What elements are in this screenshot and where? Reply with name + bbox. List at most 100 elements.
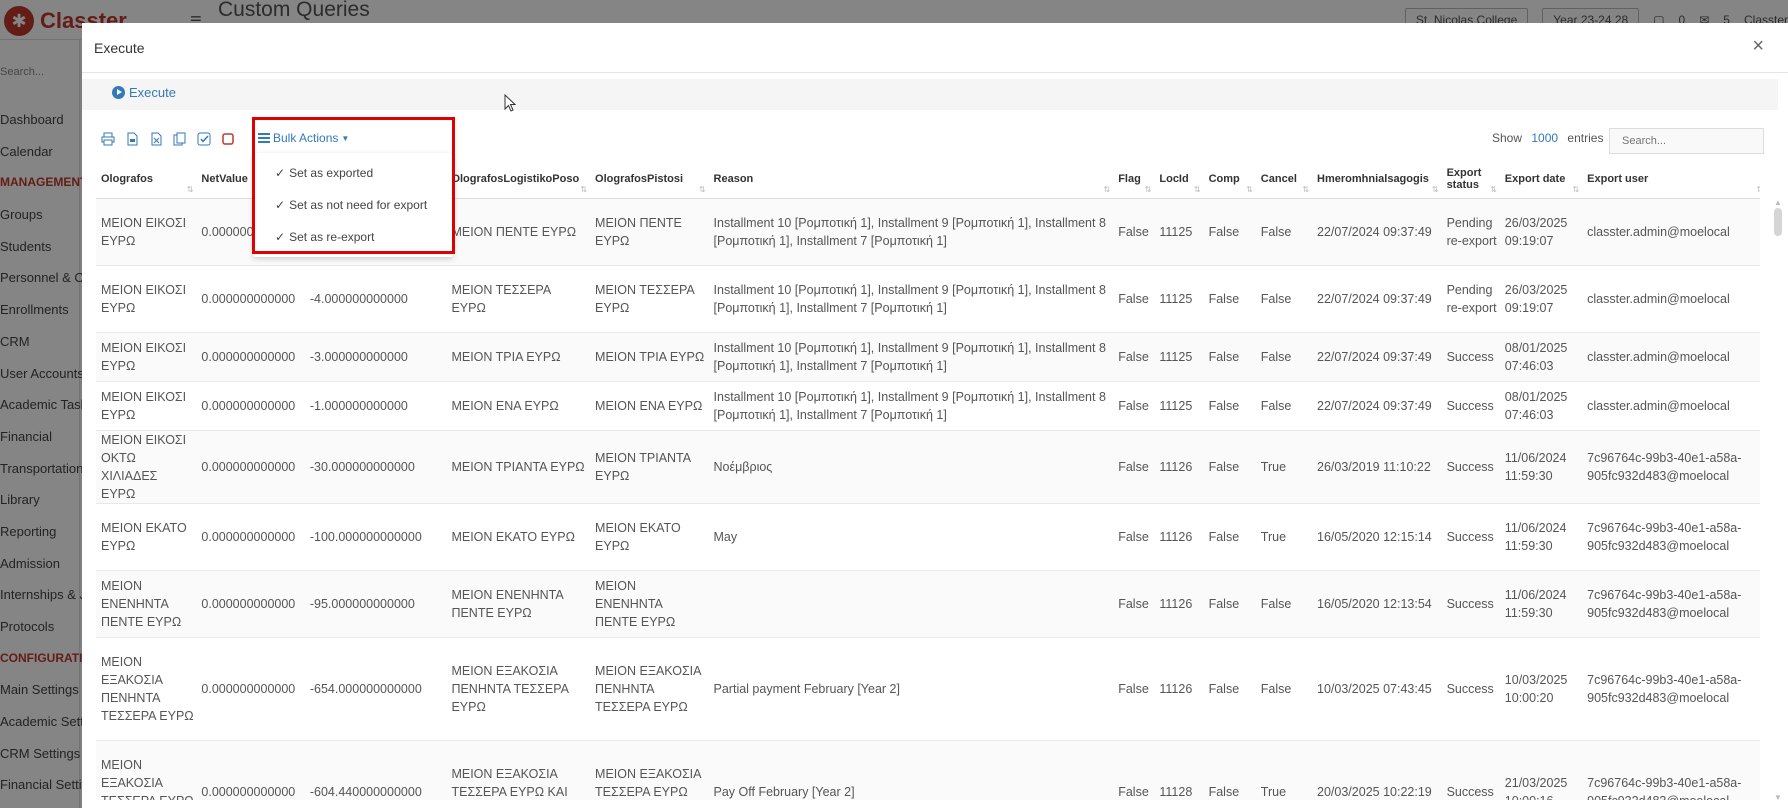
csv-file-icon[interactable] — [124, 131, 140, 147]
table-scrollbar[interactable]: ▲ ▼ — [1774, 198, 1782, 802]
table-cell: 22/07/2024 09:37:49 — [1312, 198, 1442, 266]
column-header[interactable]: LocId ⇅ — [1154, 160, 1204, 199]
table-cell: ΜΕΙΟΝ ΕΚΑΤΟ ΕΥΡΩ — [96, 503, 197, 571]
table-cell: 7c96764c-99b3-40e1-a58a-905fc932d483@moe… — [1582, 637, 1760, 741]
sort-icon[interactable]: ⇅ — [187, 185, 194, 194]
check-square-icon[interactable] — [196, 131, 212, 147]
table-cell: False — [1203, 740, 1256, 800]
stop-square-icon[interactable] — [220, 131, 236, 147]
print-icon[interactable] — [100, 131, 116, 147]
column-header[interactable]: Flag ⇅ — [1113, 160, 1155, 199]
table-cell: Success — [1441, 570, 1500, 638]
table-cell: ΜΕΙΟΝ ΤΡΙΑΝΤΑ ΕΥΡΩ — [446, 430, 591, 504]
column-header-label: Flag — [1118, 172, 1141, 185]
table-cell: False — [1113, 430, 1155, 504]
scroll-down-icon[interactable]: ▼ — [1774, 793, 1782, 802]
sort-icon[interactable]: ⇅ — [1490, 185, 1497, 194]
copy-icon[interactable] — [172, 131, 188, 147]
table-cell: 0.000000000000 — [196, 430, 305, 504]
bulk-actions-menu: ✓ Set as exported ✓ Set as not need for ex… — [253, 153, 453, 257]
table-cell: False — [1255, 570, 1313, 638]
sort-icon[interactable]: ⇅ — [1302, 185, 1309, 194]
column-header[interactable]: Export date ⇅ — [1499, 160, 1583, 199]
table-cell: False — [1255, 381, 1313, 431]
execute-button[interactable]: Execute — [112, 85, 176, 100]
mouse-pointer-icon — [504, 93, 517, 117]
sort-icon[interactable]: ⇅ — [1104, 185, 1111, 194]
column-header[interactable]: Export user ⇅ — [1582, 160, 1760, 199]
table-row[interactable]: ΜΕΙΟΝ ΕΙΚΟΣΙ ΟΚΤΩ ΧΙΛΙΑΔΕΣ ΕΥΡΩ 0.0000000… — [96, 430, 1760, 504]
column-header[interactable]: Comp ⇅ — [1203, 160, 1256, 199]
table-cell: 7c96764c-99b3-40e1-a58a-905fc932d483@moe… — [1582, 740, 1760, 800]
table-row[interactable]: ΜΕΙΟΝ ΕΚΑΤΟ ΕΥΡΩ 0.000000000000 -100.00000… — [96, 503, 1760, 571]
table-cell: 11125 — [1154, 198, 1204, 266]
table-cell: Installment 10 [Ρομποτική 1], Installmen… — [708, 332, 1114, 382]
column-header[interactable]: OlografosPistosi ⇅ — [590, 160, 709, 199]
table-cell: 21/03/2025 10:00:16 — [1499, 740, 1583, 800]
menu-item-set-not-need-export[interactable]: ✓ Set as not need for export — [253, 189, 453, 221]
close-icon[interactable]: × — [1752, 35, 1764, 58]
column-header-label: NetValue — [201, 172, 248, 185]
sort-icon[interactable]: ⇅ — [1145, 185, 1152, 194]
table-cell: False — [1113, 198, 1155, 266]
table-cell: ΜΕΙΟΝ ΤΡΙΑ ΕΥΡΩ — [590, 332, 709, 382]
table-cell: May — [708, 503, 1114, 571]
column-header[interactable]: Olografos ⇅ — [96, 160, 197, 199]
column-header[interactable]: Hmeromhnialsagogis ⇅ — [1312, 160, 1442, 199]
column-header-label: Reason — [713, 172, 754, 185]
sort-icon[interactable]: ⇅ — [1246, 185, 1253, 194]
table-row[interactable]: ΜΕΙΟΝ ΕΙΚΟΣΙ ΕΥΡΩ 0.000000000000 -4.000000… — [96, 265, 1760, 333]
column-header[interactable]: Reason ⇅ — [708, 160, 1114, 199]
table-cell: False — [1255, 198, 1313, 266]
table-cell: -654.000000000000 — [304, 637, 447, 741]
scroll-up-icon[interactable]: ▲ — [1774, 198, 1782, 207]
sort-icon[interactable]: ⇅ — [1572, 185, 1579, 194]
check-icon: ✓ — [275, 230, 286, 244]
table-search-input[interactable] — [1609, 128, 1764, 154]
modal-title: Execute — [94, 40, 145, 56]
table-cell: False — [1113, 503, 1155, 571]
table-cell: False — [1203, 430, 1256, 504]
scrollbar-thumb[interactable] — [1774, 208, 1782, 236]
sort-icon[interactable]: ⇅ — [580, 185, 587, 194]
table-cell: 11/06/2024 11:59:30 — [1499, 570, 1583, 638]
table-cell: ΜΕΙΟΝ ΕΙΚΟΣΙ ΟΚΤΩ ΧΙΛΙΑΔΕΣ ΕΥΡΩ — [96, 430, 197, 504]
entries-select[interactable]: 1000 — [1531, 131, 1558, 145]
column-header[interactable]: Export status ⇅ — [1441, 160, 1500, 199]
table-row[interactable]: ΜΕΙΟΝ ΕΞΑΚΟΣΙΑ ΤΕΣΣΕΡΑ ΕΥΡΩ ΚΑΙ ΣΑΡΑΝΤΑ0… — [96, 740, 1760, 800]
table-cell: -3.000000000000 — [304, 332, 447, 382]
table-cell: False — [1203, 637, 1256, 741]
show-entries: Show 1000 entries — [1492, 131, 1603, 145]
sort-icon[interactable]: ⇅ — [699, 185, 706, 194]
export-toolbar — [100, 131, 236, 147]
column-header-label: Hmeromhnialsagogis — [1317, 172, 1429, 185]
table-cell: True — [1255, 740, 1313, 800]
table-cell: 11125 — [1154, 381, 1204, 431]
table-cell: 22/07/2024 09:37:49 — [1312, 332, 1442, 382]
table-row[interactable]: ΜΕΙΟΝ ΕΙΚΟΣΙ ΕΥΡΩ 0.000000000000 -1.000000… — [96, 381, 1760, 431]
menu-item-set-exported[interactable]: ✓ Set as exported — [253, 157, 453, 189]
table-cell: ΜΕΙΟΝ ΕΝΕΝΗΝΤΑ ΠΕΝΤΕ ΕΥΡΩ — [590, 570, 709, 638]
table-cell: 11126 — [1154, 503, 1204, 571]
table-cell: 0.000000000000 — [196, 740, 305, 800]
column-header[interactable]: Cancel ⇅ — [1255, 160, 1313, 199]
excel-file-icon[interactable] — [148, 131, 164, 147]
check-icon: ✓ — [275, 198, 286, 212]
menu-item-set-re-export[interactable]: ✓ Set as re-export — [253, 221, 453, 253]
sort-icon[interactable]: ⇅ — [1194, 185, 1201, 194]
table-cell: 11128 — [1154, 740, 1204, 800]
sort-icon[interactable]: ⇅ — [1756, 185, 1760, 194]
table-cell: ΜΕΙΟΝ ΠΕΝΤΕ ΕΥΡΩ — [590, 198, 709, 266]
table-cell: ΜΕΙΟΝ ΕΞΑΚΟΣΙΑ ΤΕΣΣΕΡΑ ΕΥΡΩ ΚΑΙ ΣΑΡΑΝΤΑ … — [446, 740, 591, 800]
table-cell: -100.000000000000 — [304, 503, 447, 571]
table-row[interactable]: ΜΕΙΟΝ ΕΞΑΚΟΣΙΑ ΠΕΝΗΝΤΑ ΤΕΣΣΕΡΑ ΕΥΡΩ 0.000… — [96, 637, 1760, 741]
table-cell — [708, 570, 1114, 638]
sort-icon[interactable]: ⇅ — [1432, 185, 1439, 194]
table-row[interactable]: ΜΕΙΟΝ ΕΝΕΝΗΝΤΑ ΠΕΝΤΕ ΕΥΡΩ 0.000000000000-… — [96, 570, 1760, 638]
bulk-actions-button[interactable]: Bulk Actions ▼ — [258, 131, 349, 145]
column-header[interactable]: OlografosLogistikoPoso ⇅ — [446, 160, 591, 199]
column-header-label: Export date — [1504, 172, 1566, 185]
table-row[interactable]: ΜΕΙΟΝ ΕΙΚΟΣΙ ΕΥΡΩ 0.000000000000 -3.000000… — [96, 332, 1760, 382]
table-cell: ΜΕΙΟΝ ΕΚΑΤΟ ΕΥΡΩ — [590, 503, 709, 571]
table-cell: 26/03/2019 11:10:22 — [1312, 430, 1442, 504]
